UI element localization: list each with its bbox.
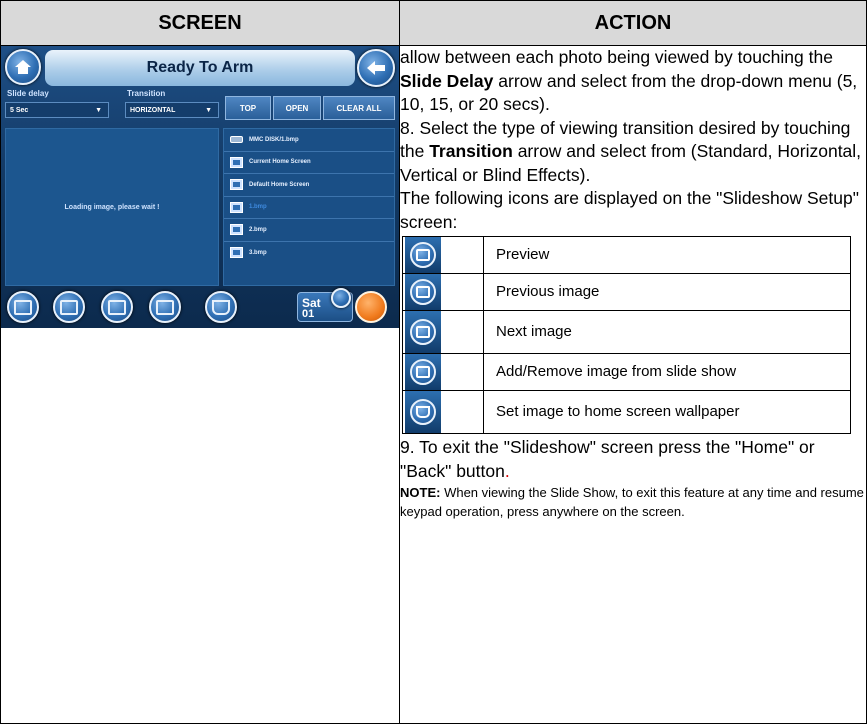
icon-legend-row: Add/Remove image from slide show [402,353,851,391]
icon-cell [402,353,484,391]
loading-message: Loading image, please wait ! [64,203,160,211]
preview-icon [14,299,32,315]
icon-legend-row: Next image [402,310,851,354]
exit-instruction: 9. To exit the "Slideshow" screen press … [400,436,866,483]
note-label: NOTE: [400,485,441,500]
note-text: When viewing the Slide Show, to exit thi… [400,485,864,519]
preview-icon [405,237,441,273]
image-file-icon [230,179,243,191]
back-arrow-icon [367,61,385,75]
icon-description: Previous image [483,273,851,311]
screen-column-header: SCREEN [0,0,400,46]
transition-select[interactable]: HORIZONTAL ▼ [125,102,219,118]
file-name: 2.bmp [249,226,267,233]
previous-image-button[interactable] [53,291,85,323]
memory-card-icon [230,136,243,144]
previous-image-icon [60,299,78,315]
list-item[interactable]: MMC DISK/1.bmp [224,129,394,152]
previous-image-icon [405,274,441,310]
file-name: 3.bmp [249,249,267,256]
clear-all-button[interactable]: CLEAR ALL [323,96,395,120]
set-wallpaper-icon [405,391,441,433]
icon-description: Set image to home screen wallpaper [483,390,851,434]
file-name: Default Home Screen [249,181,310,188]
image-file-icon [230,156,243,168]
slide-delay-value: 5 Sec [10,107,29,114]
icon-legend-row: Set image to home screen wallpaper [402,390,851,434]
icon-description: Preview [483,236,851,274]
image-file-icon [230,247,243,259]
home-button[interactable] [5,49,41,85]
action-cell: allow between each photo being viewed by… [399,45,867,724]
instruction-table: SCREEN ACTION Ready To Arm Slide delay 5… [0,0,867,724]
set-wallpaper-icon [212,299,230,315]
chevron-down-icon: ▼ [205,107,212,114]
icon-legend-row: Preview [402,236,851,274]
transition-label: Transition [127,89,166,98]
file-name: Current Home Screen [249,159,311,166]
action-column-header: ACTION [399,0,867,46]
slide-delay-select[interactable]: 5 Sec ▼ [5,102,109,118]
file-name: MMC DISK/1.bmp [249,136,299,143]
slide-delay-label: Slide delay [7,89,49,98]
chevron-down-icon: ▼ [95,107,102,114]
list-item[interactable]: Current Home Screen [224,152,394,174]
icon-cell [402,310,484,354]
date-number: 01 [302,308,315,320]
next-image-button[interactable] [101,291,133,323]
icon-legend-table: Preview Previous image Next image Add/Re… [402,236,851,434]
note: NOTE: When viewing the Slide Show, to ex… [400,483,866,521]
icon-cell [402,390,484,434]
image-preview[interactable]: Loading image, please wait ! [5,128,219,286]
list-item[interactable]: Default Home Screen [224,174,394,197]
add-remove-image-icon [156,299,174,315]
add-remove-image-icon [405,354,441,390]
set-wallpaper-button[interactable] [205,291,237,323]
transition-instruction: 8. Select the type of viewing transition… [400,117,866,188]
icon-cell [402,236,484,274]
image-file-icon [230,201,243,213]
file-name: 1.bmp [249,204,267,211]
icon-description: Add/Remove image from slide show [483,353,851,391]
transition-value: HORIZONTAL [130,107,176,114]
home-icon [15,60,31,74]
list-item[interactable]: 2.bmp [224,219,394,242]
icons-intro: The following icons are displayed on the… [400,188,859,232]
next-image-icon [405,311,441,353]
next-image-icon [108,299,126,315]
screen-title: Ready To Arm [45,50,355,86]
image-file-icon [230,224,243,236]
screen-cell: Ready To Arm Slide delay 5 Sec ▼ Transit… [0,45,400,724]
slide-delay-instruction: allow between each photo being viewed by… [400,46,866,117]
list-item[interactable]: 1.bmp [224,197,394,219]
content-row: Ready To Arm Slide delay 5 Sec ▼ Transit… [0,45,867,724]
open-button[interactable]: OPEN [273,96,321,120]
emergency-button[interactable] [355,291,387,323]
icon-legend-row: Previous image [402,273,851,311]
slide-delay-term: Slide Delay [400,70,494,91]
preview-button[interactable] [7,291,39,323]
back-button[interactable] [357,49,395,87]
list-item[interactable]: 3.bmp [224,242,394,265]
add-remove-image-button[interactable] [149,291,181,323]
icon-description: Next image [483,310,851,354]
instruction-period: . [504,460,510,481]
header-row: SCREEN ACTION [0,0,867,46]
transition-term: Transition [429,141,513,161]
slideshow-setup-screenshot: Ready To Arm Slide delay 5 Sec ▼ Transit… [1,46,399,328]
instruction-text: 9. To exit the "Slideshow" screen press … [400,437,815,481]
icon-cell [402,273,484,311]
weather-icon [331,288,351,308]
file-list: MMC DISK/1.bmp Current Home Screen Defau… [223,128,395,286]
top-button[interactable]: TOP [225,96,271,120]
instruction-text: allow between each photo being viewed by… [400,47,833,67]
